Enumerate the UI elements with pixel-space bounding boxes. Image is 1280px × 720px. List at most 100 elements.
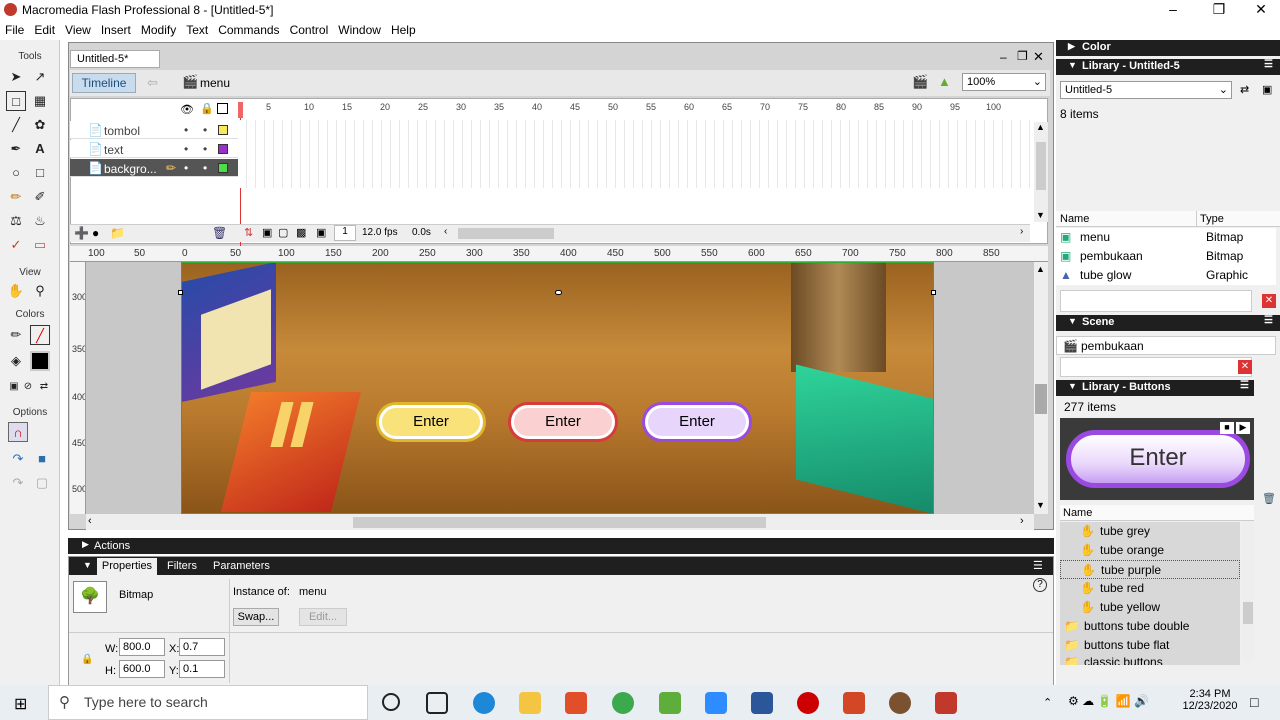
buttons-library-header[interactable]: ▼ Library - Buttons ☰	[1056, 380, 1254, 396]
fill-transform-tool-icon[interactable]: ▦	[30, 91, 50, 111]
file-explorer-icon[interactable]	[519, 692, 541, 714]
snap-magnet-icon[interactable]: ∩	[8, 422, 28, 442]
line-tool-icon[interactable]: ╱	[6, 115, 26, 135]
menu-window[interactable]: Window	[333, 20, 386, 40]
tab-properties[interactable]: Properties	[97, 558, 157, 575]
insert-layer-icon[interactable]: ➕	[74, 226, 89, 240]
rectangle-tool-icon[interactable]: □	[30, 163, 50, 183]
onion-outline-icon[interactable]: ▢	[278, 226, 288, 239]
onion-skin-icon[interactable]: ▣	[262, 226, 272, 239]
y-field[interactable]	[179, 660, 225, 678]
eraser-tool-icon[interactable]: ▭	[30, 235, 50, 255]
outline-icon[interactable]	[217, 103, 228, 114]
stroke-color-icon[interactable]: ✏	[6, 325, 26, 345]
menu-edit[interactable]: Edit	[29, 20, 60, 40]
stage-hscroll-thumb[interactable]	[353, 517, 766, 528]
scroll-down-icon[interactable]: ▼	[1036, 210, 1045, 220]
new-library-icon[interactable]: ▣	[1262, 83, 1272, 96]
library-footer-field[interactable]	[1060, 290, 1252, 312]
document-tab[interactable]: Untitled-5*	[70, 50, 160, 68]
task-view-icon[interactable]	[426, 692, 448, 714]
constrain-lock-icon[interactable]: 🔒	[81, 654, 93, 665]
edge-icon[interactable]	[473, 692, 495, 714]
menu-insert[interactable]: Insert	[96, 20, 136, 40]
edit-scene-icon[interactable]: 🎬	[912, 74, 928, 90]
flash-taskbar-icon[interactable]	[935, 692, 957, 714]
menu-control[interactable]: Control	[285, 20, 334, 40]
center-frame-icon[interactable]: ⇅	[244, 226, 253, 239]
selection-handle[interactable]	[178, 290, 183, 295]
color-panel-header[interactable]: ▶ Color	[1056, 40, 1280, 56]
cortana-icon[interactable]	[382, 693, 400, 711]
buttons-list-thumb[interactable]	[1243, 602, 1253, 624]
zoom-icon[interactable]	[705, 692, 727, 714]
library-item[interactable]: ▣ menu Bitmap	[1056, 228, 1276, 247]
selection-handle[interactable]	[931, 290, 936, 295]
timeline-toggle-button[interactable]: Timeline	[72, 73, 136, 93]
tab-filters[interactable]: Filters	[167, 560, 197, 572]
buttons-list-vscroll[interactable]	[1242, 522, 1254, 660]
scene-item[interactable]: 🎬 pembukaan	[1056, 336, 1276, 355]
doc-close-button[interactable]: ✕	[1033, 49, 1044, 65]
button-item-tube-grey[interactable]: ✋ tube grey	[1060, 522, 1240, 541]
help-icon[interactable]: ?	[1033, 578, 1047, 592]
fill-color-icon[interactable]: ◈	[6, 351, 26, 371]
folder-buttons-tube-flat[interactable]: 📁 buttons tube flat	[1060, 636, 1240, 655]
close-button[interactable]: ✕	[1238, 0, 1280, 20]
lock-dot[interactable]: •	[203, 123, 207, 137]
width-field[interactable]	[119, 638, 165, 656]
stage-vscroll[interactable]: ▲ ▼	[1034, 262, 1048, 514]
zoom-select[interactable]: 100% ⌄	[962, 73, 1046, 91]
text-tool-icon[interactable]: A	[30, 139, 50, 159]
smooth-icon[interactable]: ↷	[8, 449, 28, 469]
stage-artwork[interactable]: Enter Enter Enter	[181, 262, 934, 514]
panel-menu-icon[interactable]: ☰	[1264, 59, 1273, 70]
layer-row-tombol[interactable]: 📄 tombol • •	[70, 121, 238, 139]
folder-classic-buttons[interactable]: 📁 classic buttons	[1060, 655, 1240, 665]
scroll-left-icon[interactable]: ‹	[444, 226, 447, 237]
visibility-dot[interactable]: •	[184, 161, 188, 175]
lock-dot[interactable]: •	[203, 161, 207, 175]
scene-footer-field[interactable]	[1060, 357, 1252, 377]
layer-color-swatch[interactable]	[218, 163, 228, 173]
panel-menu-icon[interactable]: ☰	[1033, 559, 1043, 572]
word-icon[interactable]	[751, 692, 773, 714]
lasso-tool-icon[interactable]: ✿	[30, 115, 50, 135]
stop-icon[interactable]: ■	[1220, 422, 1234, 434]
layer-row-text[interactable]: 📄 text • •	[70, 140, 238, 158]
library-panel-header[interactable]: ▼ Library - Untitled-5 ☰	[1056, 59, 1280, 75]
minimize-button[interactable]: –	[1150, 0, 1196, 20]
zoom-tool-icon[interactable]: ⚲	[30, 281, 50, 301]
visibility-dot[interactable]: •	[184, 142, 188, 156]
selection-tool-icon[interactable]: ➤	[6, 67, 26, 87]
trash-icon[interactable]: 🗑	[212, 226, 227, 240]
pen-tool-icon[interactable]: ✒	[6, 139, 26, 159]
insert-folder-icon[interactable]: 📁	[110, 226, 125, 240]
chrome-icon[interactable]	[612, 692, 634, 714]
height-field[interactable]	[119, 660, 165, 678]
menu-modify[interactable]: Modify	[136, 20, 181, 40]
layer-color-swatch[interactable]	[218, 144, 228, 154]
windows-start-icon[interactable]: ⊞	[14, 694, 27, 714]
swap-button[interactable]: Swap...	[233, 608, 279, 626]
eyedropper-tool-icon[interactable]: ✓	[6, 235, 26, 255]
menu-text[interactable]: Text	[181, 20, 213, 40]
tray-icons[interactable]: ⚙ ☁ 🔋 📶 🔊	[1068, 694, 1149, 708]
button-item-tube-purple[interactable]: ✋ tube purple	[1060, 560, 1240, 579]
scroll-up-icon[interactable]: ▲	[1036, 122, 1045, 132]
menu-view[interactable]: View	[60, 20, 96, 40]
maximize-button[interactable]: ❐	[1196, 0, 1242, 20]
timeline-vscroll-thumb[interactable]	[1036, 142, 1046, 190]
play-icon[interactable]: ▶	[1236, 422, 1250, 434]
trash-icon[interactable]: 🗑	[1262, 492, 1276, 505]
enter-button-purple[interactable]: Enter	[645, 405, 749, 439]
frame-rate[interactable]: 12.0 fps	[362, 227, 398, 238]
menu-file[interactable]: File	[0, 20, 29, 40]
lock-icon[interactable]: 🔒	[200, 102, 214, 115]
transform-point[interactable]	[555, 290, 562, 295]
col-type[interactable]: Type	[1200, 213, 1224, 225]
enter-button-yellow[interactable]: Enter	[379, 405, 483, 439]
folder-buttons-tube-double[interactable]: 📁 buttons tube double	[1060, 617, 1240, 636]
scroll-up-icon[interactable]: ▲	[1036, 264, 1045, 274]
stage-vscroll-thumb[interactable]	[1035, 384, 1047, 414]
